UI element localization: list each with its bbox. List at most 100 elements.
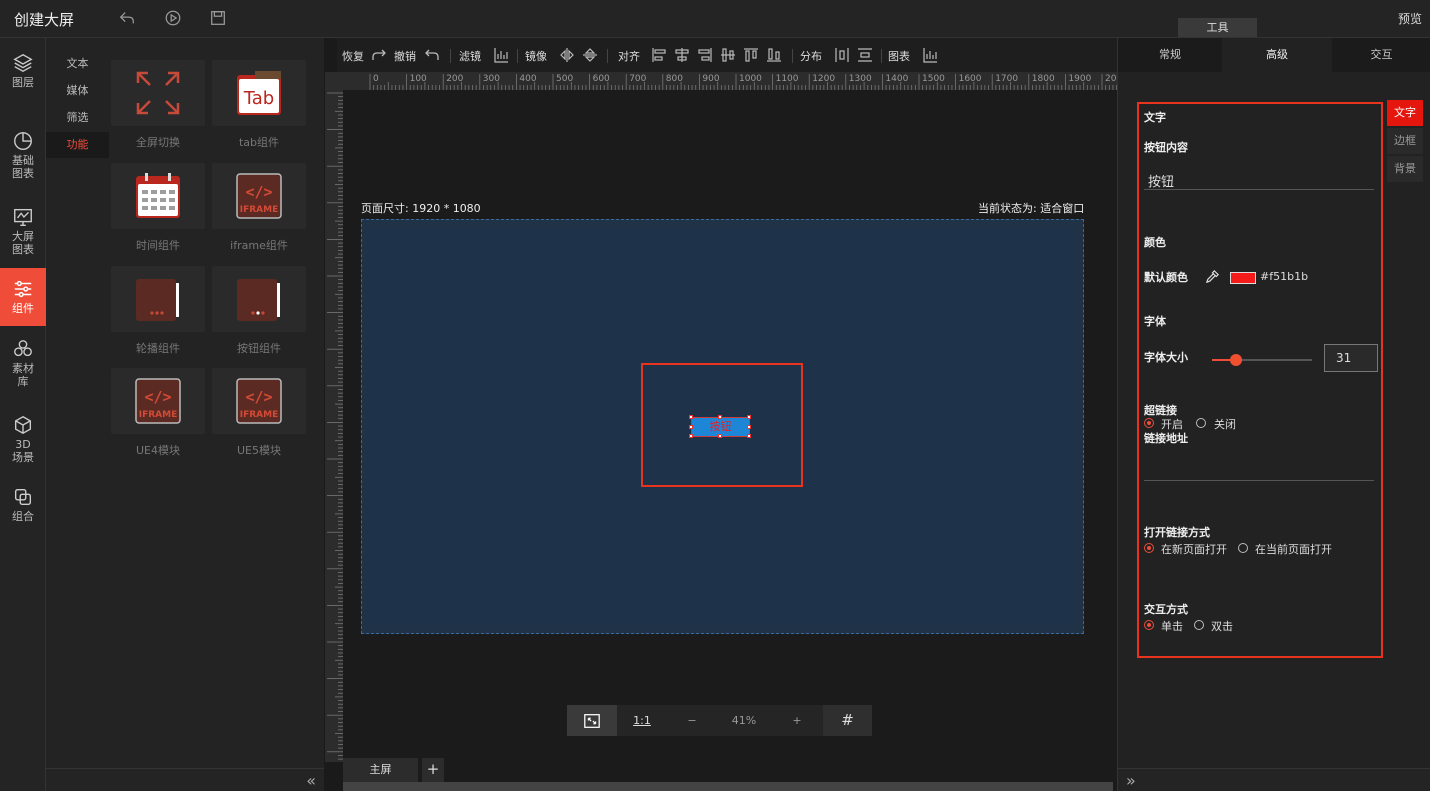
preview-button[interactable]: 预览 bbox=[1398, 10, 1422, 27]
align-center-h-icon[interactable] bbox=[674, 47, 690, 63]
tab-interaction[interactable]: 交互 bbox=[1332, 38, 1430, 72]
grid-toggle-button[interactable]: # bbox=[823, 705, 872, 736]
current-state-label: 当前状态为: 适合窗口 bbox=[978, 202, 1085, 215]
component-card-ue4[interactable]: </> IFRAME bbox=[111, 368, 205, 434]
rail-label-3d-scene: 3D 场景 bbox=[12, 438, 34, 464]
component-card-fullscreen[interactable] bbox=[111, 60, 205, 126]
collapse-right-icon[interactable]: » bbox=[1126, 771, 1136, 790]
font-section-title: 字体 bbox=[1144, 315, 1166, 328]
rail-item-3d-scene[interactable]: 3D 场景 bbox=[0, 414, 46, 468]
side-tab-background[interactable]: 背景 bbox=[1387, 156, 1423, 182]
one-to-one-button[interactable]: 1:1 bbox=[617, 705, 667, 736]
font-size-label: 字体大小 bbox=[1144, 351, 1188, 364]
page-tab-main[interactable]: 主屏 bbox=[343, 758, 418, 782]
rail-label-assets: 素材 库 bbox=[12, 362, 34, 388]
resize-handle[interactable] bbox=[747, 434, 751, 438]
font-size-slider-handle[interactable] bbox=[1230, 354, 1242, 366]
page-tabs: 主屏 + bbox=[343, 758, 1117, 782]
hyperlink-off-label: 关闭 bbox=[1214, 418, 1236, 431]
back-icon[interactable] bbox=[118, 9, 138, 29]
category-media[interactable]: 媒体 bbox=[46, 78, 109, 104]
tab-general[interactable]: 常规 bbox=[1118, 38, 1222, 72]
resize-handle[interactable] bbox=[718, 415, 722, 419]
category-function[interactable]: 功能 bbox=[46, 132, 109, 158]
hyperlink-on-radio[interactable] bbox=[1144, 418, 1154, 428]
font-size-input[interactable]: 31 bbox=[1324, 344, 1378, 372]
hyperlink-off-radio[interactable] bbox=[1196, 418, 1206, 428]
mirror-vertical-icon[interactable] bbox=[582, 47, 598, 63]
zoom-out-button[interactable]: − bbox=[667, 705, 717, 736]
color-swatch[interactable] bbox=[1230, 272, 1256, 284]
distribute-vertical-icon[interactable] bbox=[857, 47, 873, 63]
align-left-icon[interactable] bbox=[651, 47, 667, 63]
component-card-time[interactable] bbox=[111, 163, 205, 229]
undo-icon[interactable] bbox=[424, 47, 440, 63]
component-card-ue5[interactable]: </> IFRAME bbox=[212, 368, 306, 434]
align-button[interactable]: 对齐 bbox=[618, 48, 640, 64]
open-current-radio[interactable] bbox=[1238, 543, 1248, 553]
single-click-radio[interactable] bbox=[1144, 620, 1154, 630]
rail-item-layers[interactable]: 图层 bbox=[0, 52, 46, 100]
ruler-label: 900 bbox=[702, 74, 719, 84]
redo-icon[interactable] bbox=[371, 47, 387, 63]
ruler-label: 1500 bbox=[922, 74, 945, 84]
horizontal-scrollbar[interactable] bbox=[343, 782, 1113, 791]
canvas-toolbar: 恢复 撤销 滤镜 镜像 对齐 分布 图表 bbox=[337, 38, 1117, 72]
rail-item-screen-charts[interactable]: 大屏 图表 bbox=[0, 206, 46, 260]
mirror-button[interactable]: 镜像 bbox=[525, 48, 547, 64]
component-card-iframe[interactable]: </> IFRAME bbox=[212, 163, 306, 229]
align-right-icon[interactable] bbox=[697, 47, 713, 63]
mirror-horizontal-icon[interactable] bbox=[559, 47, 575, 63]
category-filter[interactable]: 筛选 bbox=[46, 105, 109, 131]
component-label: 轮播组件 bbox=[136, 342, 180, 355]
chart-button[interactable]: 图表 bbox=[888, 48, 910, 64]
ruler-label: 100 bbox=[410, 74, 427, 84]
zoom-in-button[interactable]: + bbox=[771, 705, 823, 736]
left-rail: 图层 基础 图表 大屏 图表 组件 素材 库 3D 场景 组合 bbox=[0, 38, 46, 791]
link-address-input[interactable] bbox=[1144, 480, 1374, 481]
rail-label-group: 组合 bbox=[12, 510, 34, 523]
play-icon[interactable] bbox=[164, 9, 184, 29]
category-text[interactable]: 文本 bbox=[46, 51, 109, 77]
tools-tab[interactable]: 工具 bbox=[1178, 18, 1257, 37]
align-bottom-icon[interactable] bbox=[766, 47, 782, 63]
rail-item-group[interactable]: 组合 bbox=[0, 486, 46, 530]
resize-handle[interactable] bbox=[689, 425, 693, 429]
add-page-button[interactable]: + bbox=[422, 758, 444, 782]
button-content-input[interactable]: 按钮 bbox=[1148, 171, 1174, 190]
resize-handle[interactable] bbox=[689, 415, 693, 419]
rail-label-layers: 图层 bbox=[12, 76, 34, 89]
undo-button[interactable]: 撤销 bbox=[394, 48, 416, 64]
rail-item-assets[interactable]: 素材 库 bbox=[0, 338, 46, 392]
align-top-icon[interactable] bbox=[743, 47, 759, 63]
side-tab-border[interactable]: 边框 bbox=[1387, 128, 1423, 154]
resize-handle[interactable] bbox=[747, 415, 751, 419]
restore-button[interactable]: 恢复 bbox=[342, 48, 364, 64]
filter-chart-icon[interactable] bbox=[493, 47, 509, 63]
component-card-carousel[interactable] bbox=[111, 266, 205, 332]
component-card-tab[interactable]: Tab bbox=[212, 60, 306, 126]
resize-handle[interactable] bbox=[718, 434, 722, 438]
fit-window-button[interactable] bbox=[567, 705, 617, 736]
chart-icon[interactable] bbox=[922, 47, 938, 63]
side-tab-text[interactable]: 文字 bbox=[1387, 100, 1423, 126]
filter-button[interactable]: 滤镜 bbox=[459, 48, 481, 64]
distribute-horizontal-icon[interactable] bbox=[834, 47, 850, 63]
distribute-button[interactable]: 分布 bbox=[800, 48, 822, 64]
ruler-label: 300 bbox=[483, 74, 500, 84]
open-new-radio[interactable] bbox=[1144, 543, 1154, 553]
align-middle-v-icon[interactable] bbox=[720, 47, 736, 63]
layers-icon bbox=[13, 53, 33, 73]
save-icon[interactable] bbox=[209, 9, 229, 29]
ruler-label: 700 bbox=[629, 74, 646, 84]
rail-item-basic-charts[interactable]: 基础 图表 bbox=[0, 130, 46, 184]
eyedropper-icon[interactable] bbox=[1205, 269, 1220, 287]
resize-handle[interactable] bbox=[689, 434, 693, 438]
resize-handle[interactable] bbox=[747, 425, 751, 429]
tab-advanced[interactable]: 高级 bbox=[1222, 38, 1332, 72]
double-click-radio[interactable] bbox=[1194, 620, 1204, 630]
rail-label-screen-charts: 大屏 图表 bbox=[12, 230, 34, 256]
rail-item-components[interactable]: 组件 bbox=[0, 268, 46, 326]
component-card-button[interactable] bbox=[212, 266, 306, 332]
collapse-left-icon[interactable]: « bbox=[306, 771, 316, 790]
